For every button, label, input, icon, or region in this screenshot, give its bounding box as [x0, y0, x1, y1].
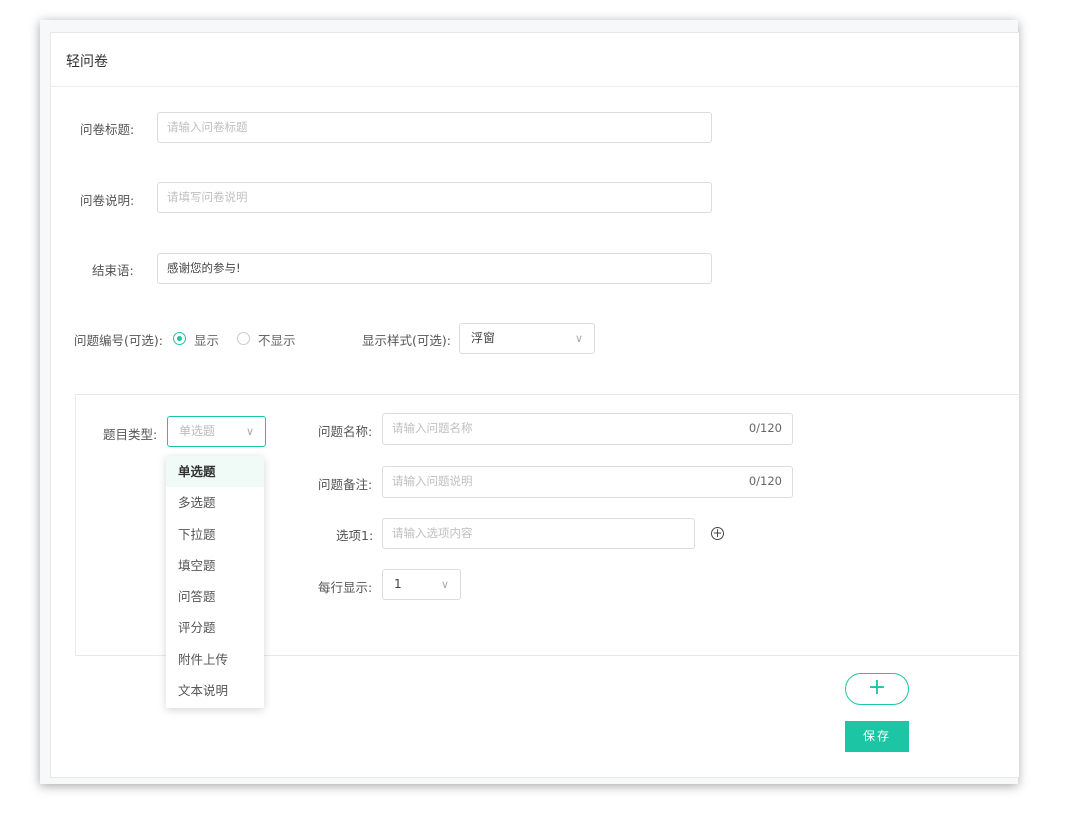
dropdown-option[interactable]: 文本说明 — [166, 675, 264, 706]
dropdown-option[interactable]: 单选题 — [166, 456, 264, 488]
question-type-value: 单选题 — [179, 424, 216, 438]
per-row-value: 1 — [394, 577, 402, 591]
display-style-label: 显示样式(可选): — [362, 333, 451, 348]
radio-dot-icon — [177, 336, 182, 341]
numbering-hide-label[interactable]: 不显示 — [258, 330, 296, 349]
numbering-hide-radio[interactable] — [237, 332, 250, 345]
option1-input[interactable]: 请输入选项内容 — [382, 518, 695, 549]
per-row-label: 每行显示: — [318, 580, 373, 595]
chevron-down-icon: ∨ — [574, 332, 583, 345]
question-name-placeholder: 请输入问题名称 — [392, 421, 473, 435]
question-name-input[interactable]: 请输入问题名称 0/120 — [382, 413, 793, 445]
numbering-label: 问题编号(可选): — [74, 333, 163, 348]
end-message-input[interactable]: 感谢您的参与! — [157, 253, 712, 284]
question-name-label: 问题名称: — [318, 424, 373, 439]
option1-label: 选项1: — [336, 528, 374, 543]
plus-icon: + — [867, 675, 887, 700]
survey-title-input[interactable]: 请输入问卷标题 — [157, 112, 712, 143]
dropdown-option[interactable]: 问答题 — [166, 581, 264, 612]
save-button[interactable]: 保存 — [845, 721, 909, 752]
survey-title-label: 问卷标题: — [80, 122, 135, 137]
survey-panel: 轻问卷 问卷标题: 请输入问卷标题 问卷说明: 请填写问卷说明 结束语: 感谢您… — [50, 32, 1019, 778]
question-type-dropdown: 单选题 多选题 下拉题 填空题 问答题 评分题 附件上传 文本说明 — [166, 456, 264, 708]
chevron-down-icon: ∨ — [245, 425, 254, 438]
question-note-input[interactable]: 请输入问题说明 0/120 — [382, 466, 793, 498]
per-row-select[interactable]: 1 ∨ — [382, 569, 461, 600]
dropdown-option[interactable]: 多选题 — [166, 487, 264, 518]
end-message-label: 结束语: — [92, 263, 134, 278]
dropdown-option[interactable]: 附件上传 — [166, 644, 264, 675]
add-question-button[interactable]: + — [845, 673, 909, 705]
dropdown-option[interactable]: 下拉题 — [166, 519, 264, 550]
display-style-value: 浮窗 — [471, 331, 496, 345]
plus-circle-icon[interactable]: + — [711, 527, 724, 540]
numbering-show-radio[interactable] — [173, 332, 186, 345]
dropdown-option[interactable]: 填空题 — [166, 550, 264, 581]
question-type-select[interactable]: 单选题 ∨ — [167, 416, 266, 447]
page-title: 轻问卷 — [66, 54, 108, 70]
dropdown-option[interactable]: 评分题 — [166, 612, 264, 643]
question-note-label: 问题备注: — [318, 477, 373, 492]
numbering-show-label[interactable]: 显示 — [194, 330, 219, 349]
question-type-label: 题目类型: — [103, 427, 158, 442]
survey-card: 轻问卷 问卷标题: 请输入问卷标题 问卷说明: 请填写问卷说明 结束语: 感谢您… — [40, 20, 1019, 784]
question-note-placeholder: 请输入问题说明 — [392, 474, 473, 488]
display-style-select[interactable]: 浮窗 ∨ — [459, 323, 595, 354]
panel-header: 轻问卷 — [51, 33, 1019, 87]
survey-desc-label: 问卷说明: — [80, 193, 135, 208]
question-note-counter: 0/120 — [748, 474, 782, 488]
survey-desc-input[interactable]: 请填写问卷说明 — [157, 182, 712, 213]
question-name-counter: 0/120 — [748, 421, 782, 435]
chevron-down-icon: ∨ — [440, 578, 449, 591]
